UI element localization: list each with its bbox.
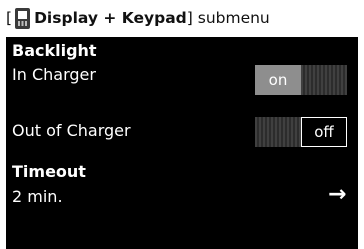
submenu-title: Display + Keypad — [34, 9, 187, 27]
right-arrow-icon[interactable]: → — [328, 182, 346, 207]
open-bracket: [ — [6, 9, 13, 27]
in-charger-toggle[interactable]: on — [255, 65, 347, 95]
in-charger-on-option[interactable]: on — [255, 65, 301, 95]
out-of-charger-on-slot[interactable] — [255, 117, 301, 147]
submenu-suffix: submenu — [192, 9, 270, 27]
in-charger-label: In Charger — [12, 65, 96, 84]
handset-display: Backlight In Charger on Out of Charger o… — [6, 37, 358, 249]
timeout-heading: Timeout — [12, 162, 86, 181]
out-of-charger-toggle[interactable]: off — [255, 117, 347, 147]
submenu-caption: [ Display + Keypad ] submenu — [6, 3, 270, 33]
backlight-heading: Backlight — [12, 41, 97, 60]
handset-icon — [15, 7, 31, 29]
timeout-value[interactable]: 2 min. — [12, 187, 63, 206]
out-of-charger-label: Out of Charger — [12, 121, 131, 140]
out-of-charger-off-option[interactable]: off — [301, 117, 347, 147]
in-charger-off-slot[interactable] — [301, 65, 347, 95]
